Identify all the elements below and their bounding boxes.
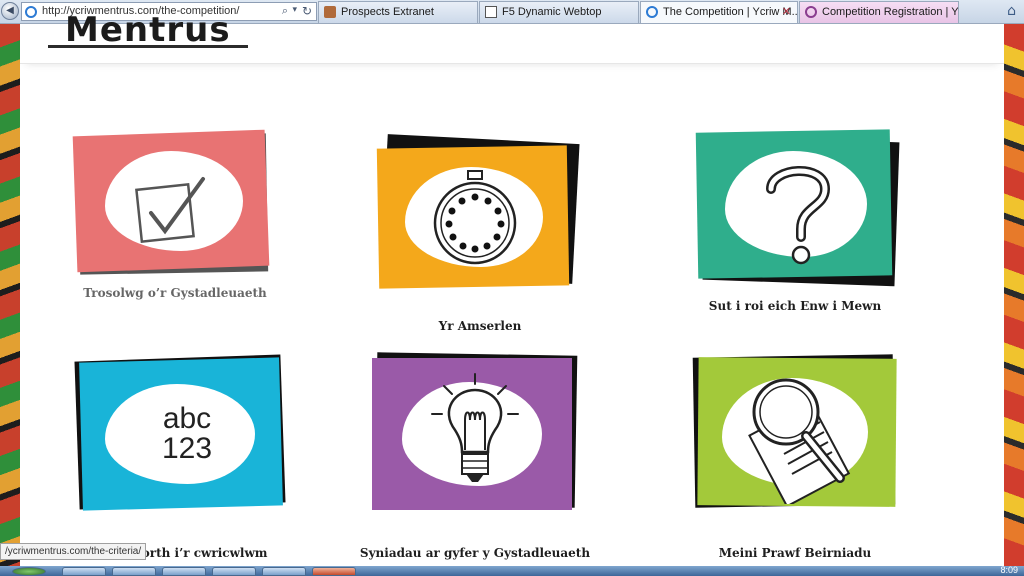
page-content: Mentrus Trosolwg o’r Gystadleuaeth Yr Am… [20, 10, 1004, 568]
chevron-down-icon[interactable]: ▾ [292, 5, 297, 15]
site-logo[interactable]: Mentrus [65, 10, 231, 50]
home-icon[interactable]: ⌂ [1007, 3, 1016, 19]
tab-label: F5 Dynamic Webtop [502, 6, 602, 18]
card-label[interactable]: Yr Amserlen [330, 319, 630, 333]
tab-f5-dynamic-webtop[interactable]: F5 Dynamic Webtop [479, 1, 639, 23]
taskbar-app-button[interactable] [112, 567, 156, 576]
card-judging-criteria[interactable]: Meini Prawf Beirniadu [690, 354, 930, 560]
refresh-icon[interactable]: ↻ [302, 4, 312, 18]
page-icon [485, 6, 497, 18]
logo-underline [48, 45, 248, 48]
site-header: Mentrus [20, 10, 1004, 64]
taskbar-app-button[interactable] [212, 567, 256, 576]
card-label[interactable]: Trosolwg o’r Gystadleuaeth [25, 286, 325, 300]
taskbar-folder-button[interactable] [62, 567, 106, 576]
ie-icon [646, 6, 658, 18]
card-competition-ideas[interactable]: Syniadau ar gyfer y Gystadleuaeth [360, 352, 610, 560]
close-tab-icon[interactable]: ✕ [782, 5, 791, 18]
taskbar-clock: 8:09 [1000, 565, 1018, 575]
taskbar-app-button[interactable] [162, 567, 206, 576]
tab-competition-registration[interactable]: Competition Registration | Ycri... [799, 1, 959, 23]
123-text: 123 [161, 432, 213, 465]
card-curriculum-support[interactable]: abc 123 Cymorth i’r cwricwlwm [74, 354, 315, 560]
abc-text: abc [162, 402, 212, 435]
tab-prospects-extranet[interactable]: Prospects Extranet [318, 1, 478, 23]
checkbox-icon [135, 177, 205, 243]
abc-123-icon: abc 123 [147, 404, 227, 464]
tab-label: Competition Registration | Ycri... [822, 6, 959, 18]
back-button[interactable]: ◀ [1, 2, 19, 20]
card-competition-overview[interactable]: Trosolwg o’r Gystadleuaeth [65, 129, 305, 329]
start-button[interactable] [12, 567, 46, 576]
stopwatch-icon [433, 170, 517, 265]
card-label[interactable]: Meini Prawf Beirniadu [645, 546, 945, 560]
taskbar-powerpoint-button[interactable] [312, 567, 356, 576]
magnifying-glass-icon [748, 378, 851, 504]
card-schedule[interactable]: Yr Amserlen [370, 134, 610, 339]
decorative-border-left [0, 24, 20, 568]
prospects-icon [324, 6, 336, 18]
card-how-to-enter[interactable]: Sut i roi eich Enw i Mewn [695, 129, 935, 329]
tab-the-competition[interactable]: The Competition | Ycriw M... ✕ [640, 1, 798, 23]
question-mark-icon [766, 166, 831, 265]
ie-icon [25, 6, 37, 18]
card-label[interactable]: Sut i roi eich Enw i Mewn [645, 299, 945, 313]
search-icon[interactable]: ⌕ [282, 4, 288, 18]
status-bar-url: /ycriwmentrus.com/the-criteria/ [0, 543, 147, 560]
tab-label: Prospects Extranet [341, 6, 434, 18]
ie-icon [805, 6, 817, 18]
decorative-border-right [1004, 24, 1024, 568]
lightbulb-icon [431, 373, 519, 482]
card-label[interactable]: Syniadau ar gyfer y Gystadleuaeth [325, 546, 625, 560]
tab-label: The Competition | Ycriw M... [663, 6, 798, 18]
taskbar-app-button[interactable] [262, 567, 306, 576]
